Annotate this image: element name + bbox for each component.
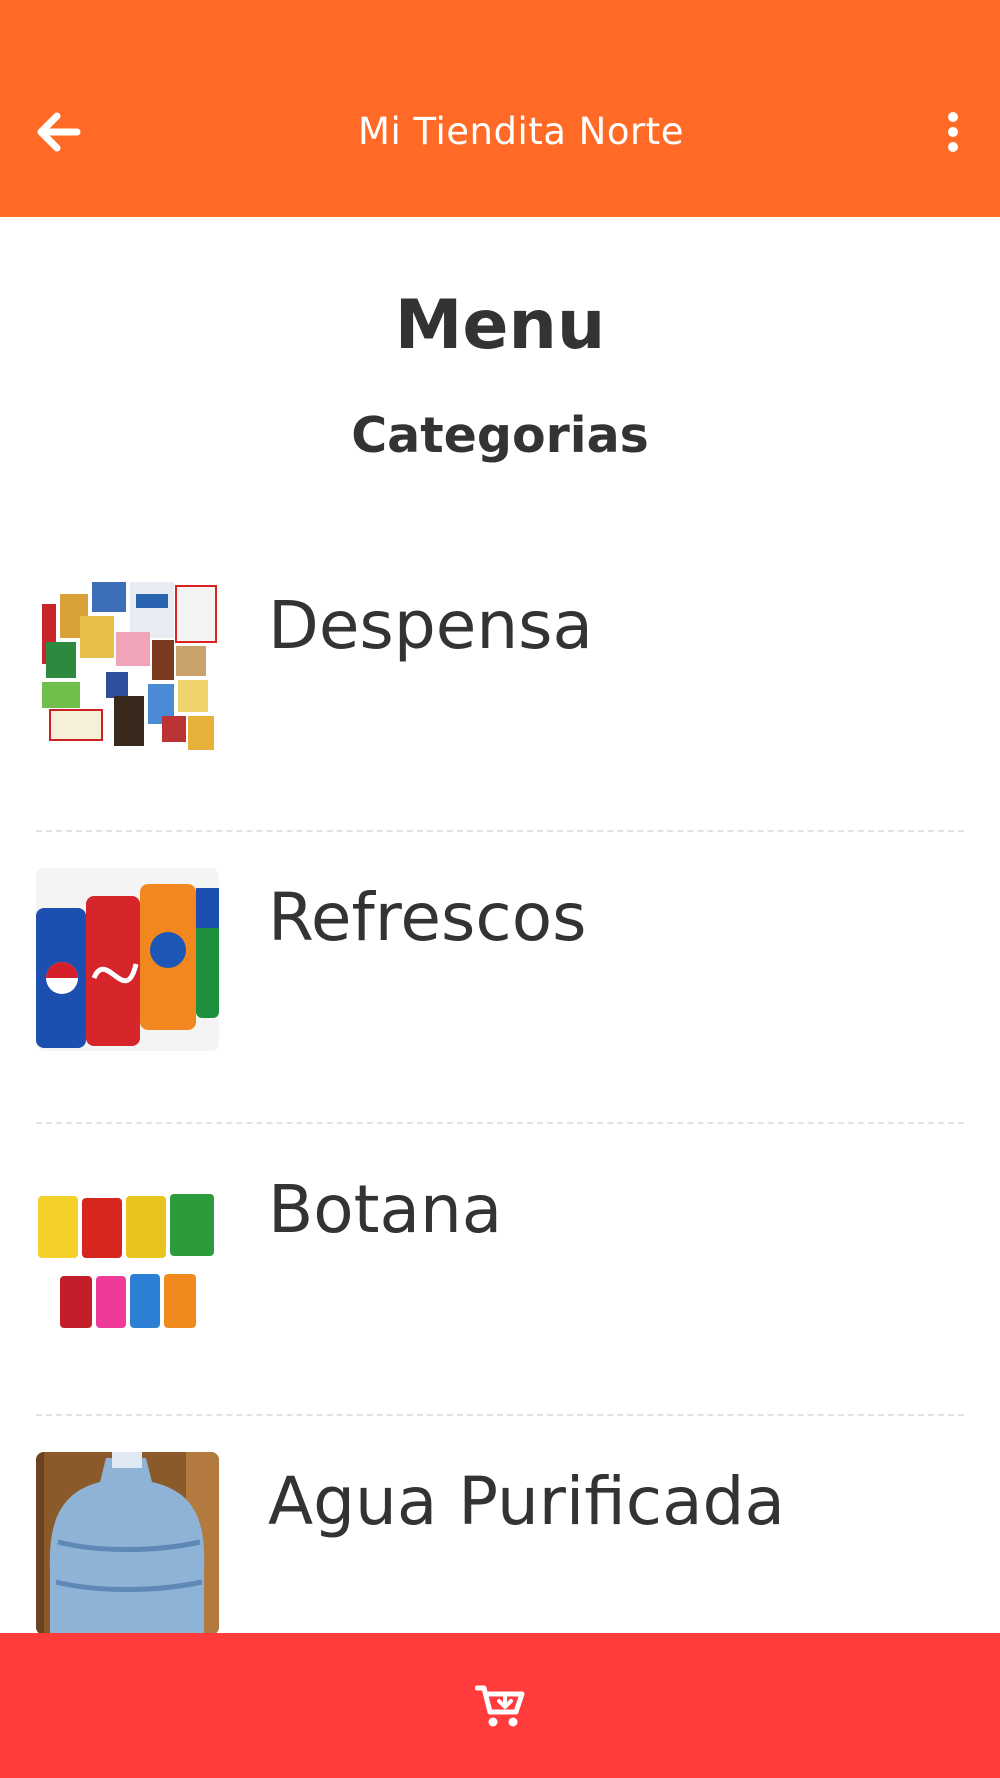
app-title: Mi Tiendita Norte [358, 110, 684, 153]
groceries-photo [36, 576, 219, 759]
cart-add-icon [475, 1685, 525, 1726]
category-item-refrescos[interactable]: Refrescos [36, 832, 964, 1124]
water-jug-photo [36, 1452, 219, 1635]
page-title: Menu [394, 286, 606, 365]
soda-cans-photo [36, 868, 219, 1051]
section-title: Categorias [351, 407, 649, 464]
category-label: Botana [268, 1171, 503, 1248]
chip-bags-photo [36, 1160, 219, 1343]
category-label: Agua Purificada [268, 1463, 785, 1540]
overflow-menu-button[interactable] [930, 106, 976, 158]
category-item-botana[interactable]: Botana [36, 1124, 964, 1416]
category-label: Refrescos [268, 879, 587, 956]
category-list: Despensa Refrescos Botana Agua Purificad… [36, 540, 964, 1708]
more-vertical-icon [948, 112, 958, 152]
cart-button[interactable] [470, 1676, 530, 1736]
category-item-despensa[interactable]: Despensa [36, 540, 964, 832]
category-label: Despensa [268, 587, 593, 664]
bottom-bar [0, 1633, 1000, 1778]
app-bar: Mi Tiendita Norte [0, 0, 1000, 217]
